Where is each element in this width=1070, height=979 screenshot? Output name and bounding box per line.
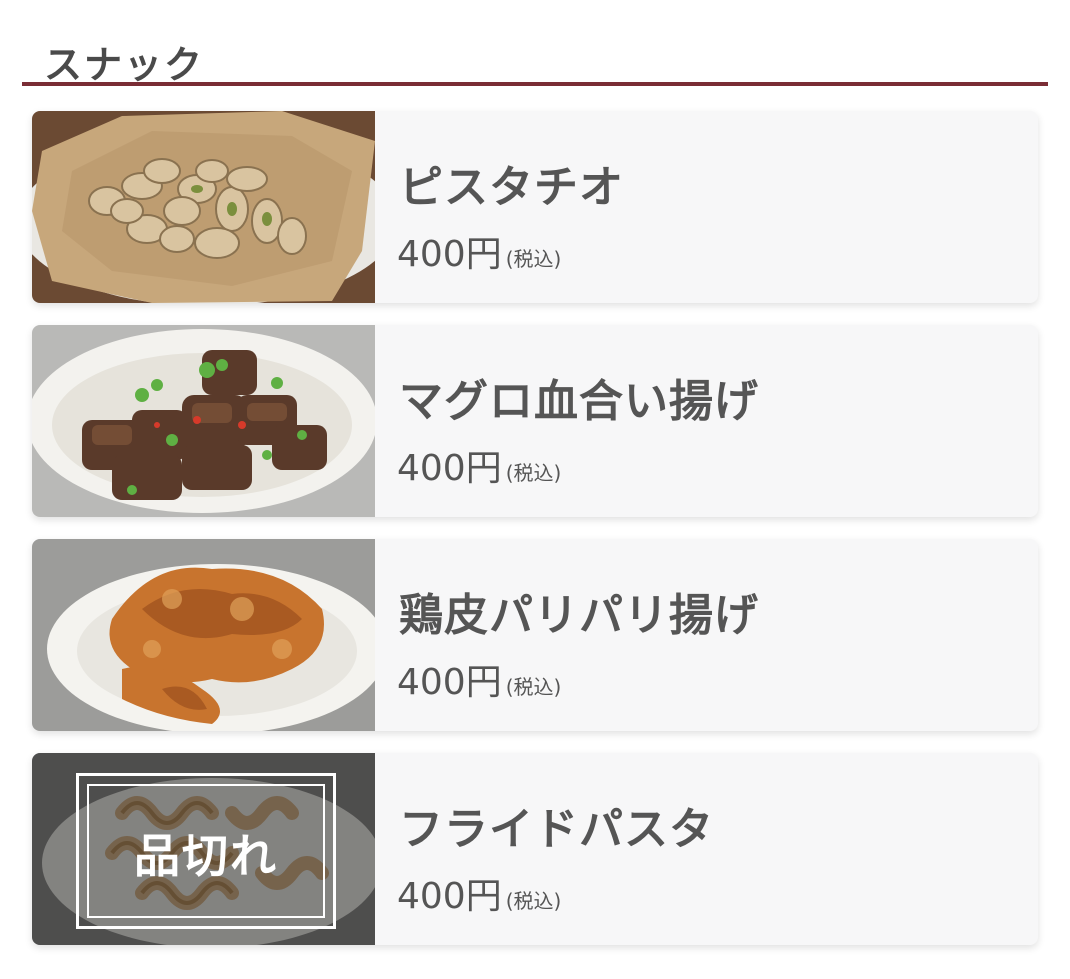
section-header: スナック [22,28,1048,87]
price-tax-note: (税込) [505,889,562,913]
fried-pasta-photo: 品切れ [32,753,375,945]
item-price: 400円 (税込) [397,439,561,491]
price-value: 400円 [397,448,502,489]
item-name: マグロ血合い揚げ [399,376,759,427]
price-value: 400円 [397,234,502,275]
item-price: 400円 (税込) [397,225,561,277]
price-value: 400円 [397,662,502,703]
item-name: フライドパスタ [399,804,714,855]
menu-item-fried-pasta[interactable]: 品切れ フライドパスタ 400円 (税込) [32,753,1038,945]
item-price: 400円 (税込) [397,653,561,705]
soldout-badge: 品切れ [76,773,336,929]
soldout-label: 品切れ [134,829,278,883]
item-info: ピスタチオ 400円 (税込) [375,111,1038,303]
item-info: フライドパスタ 400円 (税込) [375,753,1038,945]
item-info: 鶏皮パリパリ揚げ 400円 (税込) [375,539,1038,731]
item-price: 400円 (税込) [397,867,561,919]
menu-list: ピスタチオ 400円 (税込) マグロ血合い揚げ 400円 (税込) 鶏皮パリパ… [32,111,1038,945]
menu-item-fried-chicken-skin[interactable]: 鶏皮パリパリ揚げ 400円 (税込) [32,539,1038,731]
menu-item-pistachio[interactable]: ピスタチオ 400円 (税込) [32,111,1038,303]
price-tax-note: (税込) [505,247,562,271]
snack-section: スナック ピスタチオ 400円 (税込) マグロ血合い揚げ 400円 (税込) … [0,0,1070,979]
item-info: マグロ血合い揚げ 400円 (税込) [375,325,1038,517]
fried-chicken-skin-photo [32,539,375,731]
price-tax-note: (税込) [505,461,562,485]
section-title: スナック [44,43,205,87]
fried-tuna-photo [32,325,375,517]
item-name: ピスタチオ [399,162,624,213]
item-name: 鶏皮パリパリ揚げ [399,590,759,641]
pistachio-photo [32,111,375,303]
price-value: 400円 [397,876,502,917]
menu-item-fried-tuna[interactable]: マグロ血合い揚げ 400円 (税込) [32,325,1038,517]
price-tax-note: (税込) [505,675,562,699]
